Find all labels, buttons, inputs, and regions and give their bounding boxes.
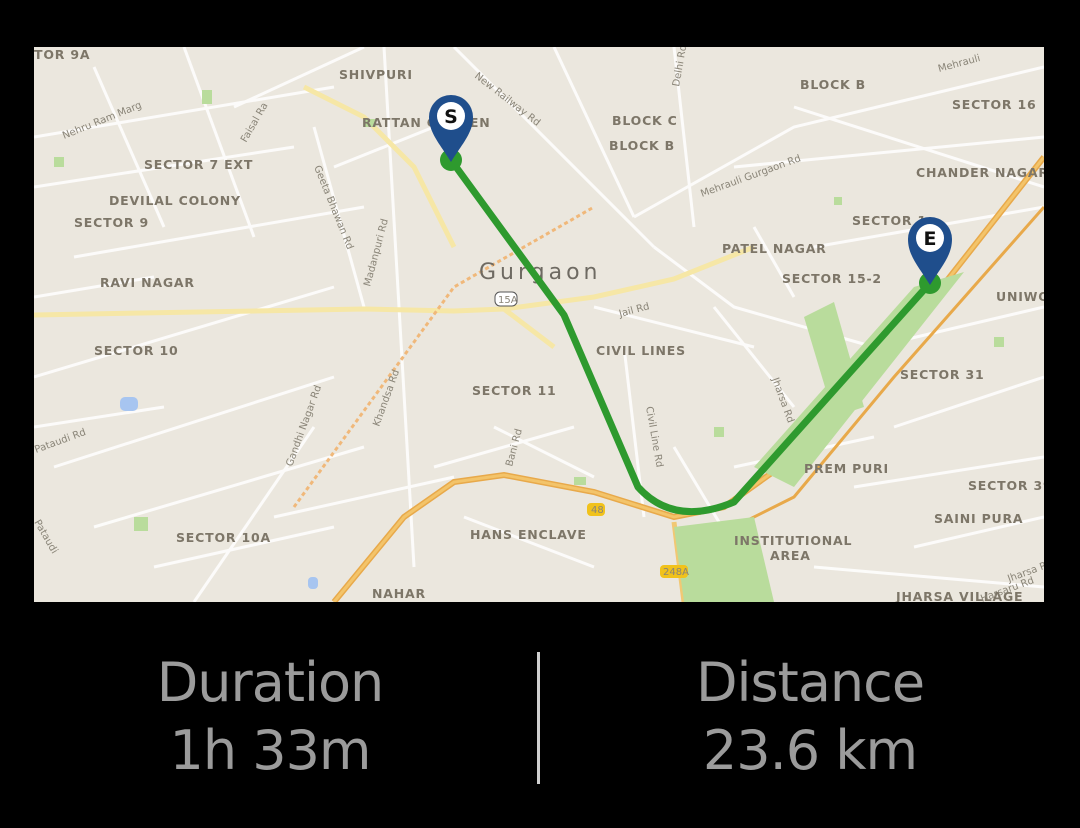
place-label: SECTOR 39 (968, 478, 1044, 493)
duration-stat: Duration 1h 33m (0, 650, 540, 786)
place-label: TOR 9A (34, 47, 90, 62)
place-label: SECTOR 15-2 (782, 271, 882, 286)
place-label: CIVIL LINES (596, 343, 686, 358)
place-label: INSTITUTIONAL (734, 533, 852, 548)
road-label: Madanpuri Rd (362, 218, 391, 288)
place-label: PATEL NAGAR (722, 241, 827, 256)
place-label: PREM PURI (804, 461, 889, 476)
road-label: Pataudi Rd (34, 427, 87, 456)
road-label: Geeta Bhawan Rd (311, 164, 355, 251)
place-label: SECTOR 31 (900, 367, 984, 382)
place-label: BLOCK B (800, 77, 866, 92)
shield-15a-text: 15A (498, 295, 518, 306)
place-label: SECTOR 7 EXT (144, 157, 253, 172)
place-label: UNIWO (996, 289, 1044, 304)
road-label: Mehrauli Gurgaon Rd (699, 153, 802, 200)
duration-label: Duration (156, 651, 385, 714)
place-label: SECTOR 9 (74, 215, 149, 230)
distance-stat: Distance 23.6 km (540, 650, 1080, 786)
shield-48: 48 (587, 503, 605, 516)
water-body-small (308, 577, 318, 589)
distance-value: 23.6 km (702, 719, 918, 782)
start-marker-letter: S (444, 106, 458, 128)
road-label: Khandsa Rd (371, 368, 402, 428)
shield-15a: 15A (494, 291, 518, 307)
road-label: Mehrauli (937, 53, 982, 75)
place-label: CHANDER NAGAR (916, 165, 1044, 180)
trip-stats: Duration 1h 33m Distance 23.6 km (0, 602, 1080, 828)
map-canvas[interactable]: TOR 9ASHIVPURIRATTAN GARDENBLOCK BBLOCK … (34, 47, 1044, 602)
place-label: SHIVPURI (339, 67, 413, 82)
road-label: Civil Line Rd (643, 406, 665, 469)
shield-248a: 248A (660, 565, 689, 578)
road-label: Gandhi Nagar Rd (284, 384, 324, 468)
shield-248a-text: 248A (663, 567, 689, 578)
place-label: SECTOR 10 (94, 343, 178, 358)
place-label: HANS ENCLAVE (470, 527, 587, 542)
distance-label: Distance (695, 651, 925, 714)
railway-line (292, 205, 595, 508)
shield-48-text: 48 (591, 505, 604, 516)
place-label: SECTOR 16 (952, 97, 1036, 112)
water-body (120, 397, 138, 411)
duration-value: 1h 33m (169, 719, 371, 782)
place-label: SAINI PURA (934, 511, 1023, 526)
place-label: BLOCK C (612, 113, 678, 128)
place-label: SECTOR 11 (472, 383, 556, 398)
place-label: BLOCK B (609, 138, 675, 153)
place-label: RAVI NAGAR (100, 275, 195, 290)
end-marker-letter: E (924, 228, 937, 250)
road-label: Pataudi (34, 518, 60, 556)
place-label: NAHAR (372, 586, 426, 601)
route-map[interactable]: TOR 9A SHIVPURI RATTAN GARDEN BLOCK B BLOCK … (34, 47, 1044, 602)
place-label: AREA (770, 548, 811, 563)
place-label: DEVILAL COLONY (109, 193, 241, 208)
road-label: Faisal Ra (239, 101, 270, 145)
road-label: Jharsa Rd (769, 375, 796, 424)
place-label: SECTOR 10A (176, 530, 271, 545)
start-marker[interactable]: S (429, 95, 473, 171)
